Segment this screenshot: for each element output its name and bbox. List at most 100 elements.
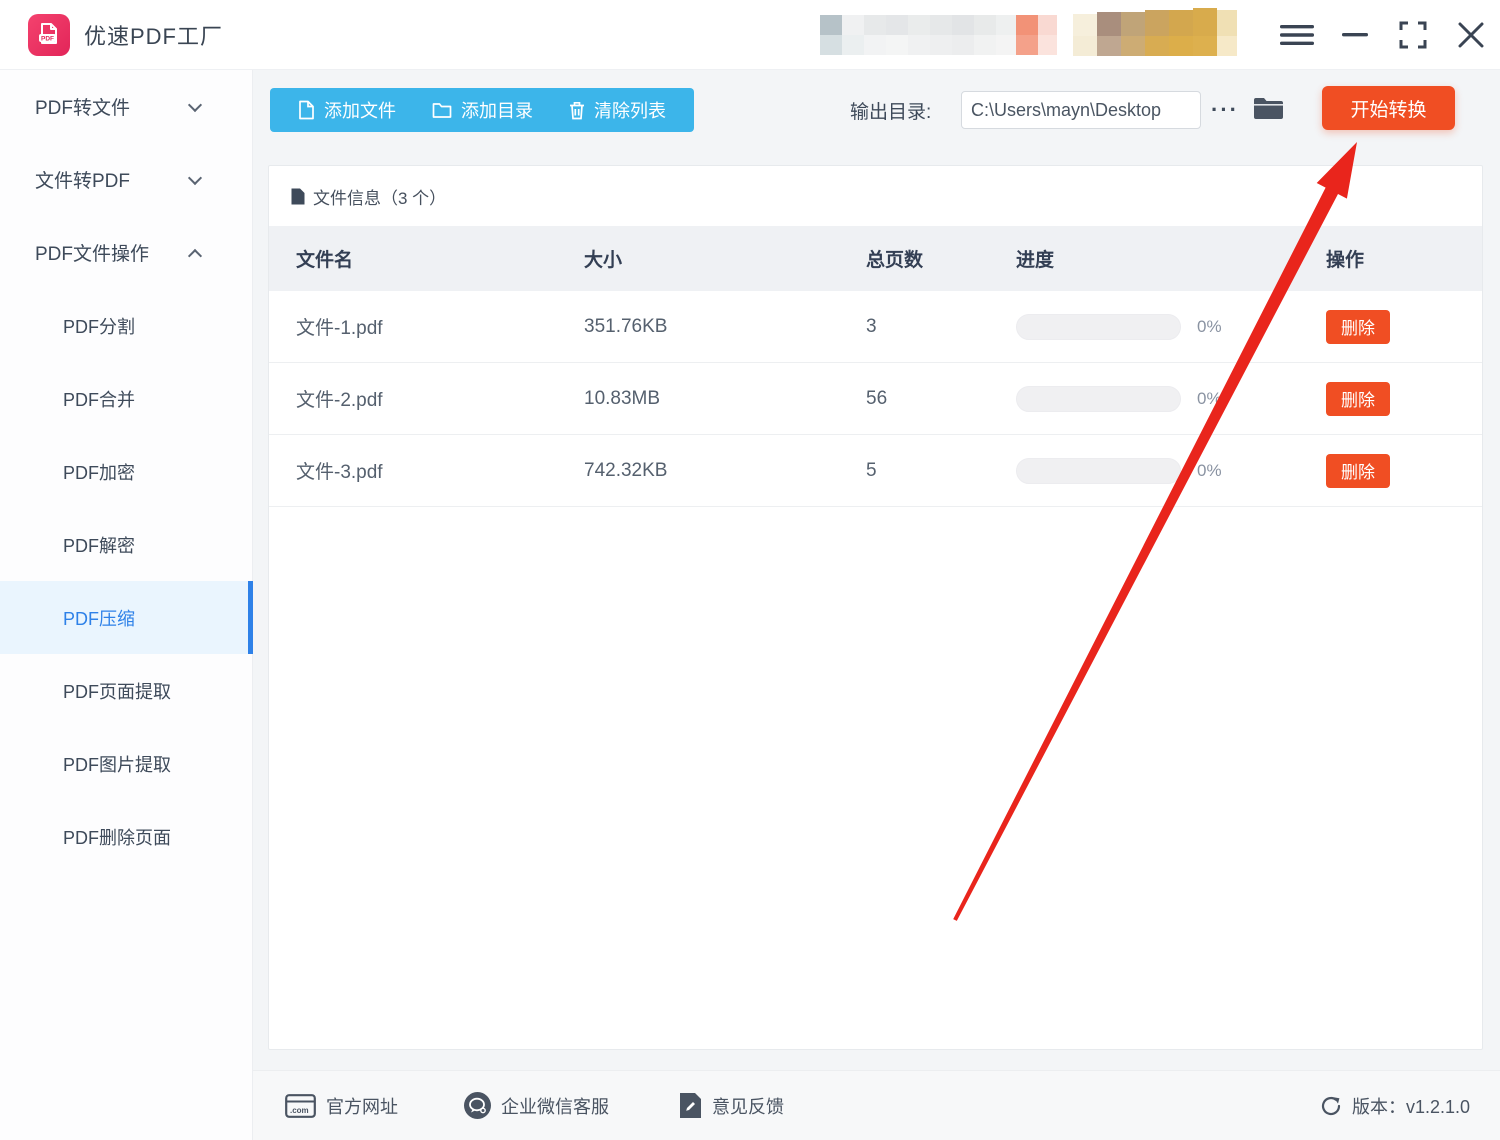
file-icon bbox=[298, 100, 315, 120]
progress-percent: 0% bbox=[1197, 461, 1222, 481]
blurred-region-account bbox=[820, 15, 1057, 55]
start-convert-button[interactable]: 开始转换 bbox=[1322, 86, 1455, 130]
cell-size: 10.83MB bbox=[584, 388, 866, 410]
progress-bar bbox=[1016, 386, 1181, 412]
table-row: 文件-2.pdf 10.83MB 56 0% 删除 bbox=[269, 363, 1482, 435]
delete-button[interactable]: 删除 bbox=[1326, 382, 1390, 416]
sidebar-item-pdf-image-extract[interactable]: PDF图片提取 bbox=[0, 727, 252, 800]
progress-percent: 0% bbox=[1197, 389, 1222, 409]
clear-list-label: 清除列表 bbox=[594, 97, 666, 123]
cell-pages: 5 bbox=[866, 460, 1016, 482]
table-row: 文件-3.pdf 742.32KB 5 0% 删除 bbox=[269, 435, 1482, 507]
sidebar-item-pdf-delete-pages[interactable]: PDF删除页面 bbox=[0, 800, 252, 873]
sidebar-item-pdf-split[interactable]: PDF分割 bbox=[0, 289, 252, 362]
sidebar-item-pdf-encrypt[interactable]: PDF加密 bbox=[0, 435, 252, 508]
progress-bar bbox=[1016, 314, 1181, 340]
file-actions-toolbar: 添加文件 添加目录 清除列表 bbox=[270, 88, 694, 132]
cell-filename: 文件-3.pdf bbox=[296, 457, 584, 484]
file-info-card: 文件信息（3 个） 文件名 大小 总页数 进度 操作 文件-1.pdf 351.… bbox=[268, 165, 1483, 1050]
output-dir-input[interactable] bbox=[961, 91, 1201, 129]
official-website-link[interactable]: .com 官方网址 bbox=[285, 1093, 398, 1119]
cell-size: 742.32KB bbox=[584, 460, 866, 482]
folder-icon bbox=[432, 101, 452, 119]
col-header-size: 大小 bbox=[584, 245, 866, 272]
sidebar-item-label: PDF合并 bbox=[63, 386, 135, 412]
output-dir-label: 输出目录: bbox=[850, 70, 931, 150]
cell-pages: 3 bbox=[866, 316, 1016, 338]
sidebar-item-label: PDF加密 bbox=[63, 459, 135, 485]
maximize-icon[interactable] bbox=[1384, 0, 1442, 70]
chevron-up-icon bbox=[188, 248, 202, 262]
chevron-down-icon bbox=[188, 170, 202, 184]
add-file-button[interactable]: 添加文件 bbox=[280, 88, 414, 132]
delete-button[interactable]: 删除 bbox=[1326, 310, 1390, 344]
trash-icon bbox=[569, 101, 585, 120]
svg-text:PDF: PDF bbox=[41, 36, 54, 43]
wechat-service-icon bbox=[464, 1092, 491, 1119]
official-website-label: 官方网址 bbox=[326, 1093, 398, 1119]
minimize-icon[interactable] bbox=[1326, 0, 1384, 70]
wechat-support-link[interactable]: 企业微信客服 bbox=[464, 1092, 609, 1119]
svg-text:.com: .com bbox=[290, 1106, 309, 1115]
delete-button[interactable]: 删除 bbox=[1326, 454, 1390, 488]
window-controls bbox=[1268, 0, 1500, 70]
sidebar-item-label: PDF删除页面 bbox=[63, 824, 171, 850]
sidebar-item-pdf-compress[interactable]: PDF压缩 bbox=[0, 581, 252, 654]
website-icon: .com bbox=[285, 1094, 316, 1118]
blurred-region-vip bbox=[1073, 8, 1237, 58]
add-file-label: 添加文件 bbox=[324, 97, 396, 123]
version-label: 版本：v1.2.1.0 bbox=[1352, 1093, 1470, 1119]
cell-progress: 0% bbox=[1016, 314, 1326, 340]
sidebar-item-pdf-merge[interactable]: PDF合并 bbox=[0, 362, 252, 435]
app-title: 优速PDF工厂 bbox=[84, 19, 223, 51]
add-folder-button[interactable]: 添加目录 bbox=[414, 88, 551, 132]
feedback-label: 意见反馈 bbox=[712, 1093, 784, 1119]
title-bar: PDF 优速PDF工厂 bbox=[0, 0, 1500, 70]
sidebar-item-label: PDF页面提取 bbox=[63, 678, 171, 704]
table-header-row: 文件名 大小 总页数 进度 操作 bbox=[269, 226, 1482, 291]
version-info: 版本：v1.2.1.0 bbox=[1320, 1093, 1470, 1119]
app-logo-icon: PDF bbox=[28, 14, 70, 56]
sidebar-item-label: PDF分割 bbox=[63, 313, 135, 339]
col-header-action: 操作 bbox=[1326, 245, 1482, 272]
table-row: 文件-1.pdf 351.76KB 3 0% 删除 bbox=[269, 291, 1482, 363]
col-header-progress: 进度 bbox=[1016, 245, 1326, 272]
sidebar-group-file-to-pdf[interactable]: 文件转PDF bbox=[0, 143, 252, 216]
sidebar-item-label: PDF解密 bbox=[63, 532, 135, 558]
sidebar-group-label: PDF转文件 bbox=[35, 93, 130, 120]
footer-bar: .com 官方网址 企业微信客服 意见反馈 版本： bbox=[253, 1070, 1500, 1140]
sidebar-item-label: PDF图片提取 bbox=[63, 751, 171, 777]
sidebar-item-pdf-decrypt[interactable]: PDF解密 bbox=[0, 508, 252, 581]
open-folder-button[interactable] bbox=[1253, 96, 1284, 126]
col-header-pages: 总页数 bbox=[866, 245, 1016, 272]
menu-icon[interactable] bbox=[1268, 0, 1326, 70]
main-panel: 添加文件 添加目录 清除列表 输出目录: ··· 开始转换 文件信 bbox=[253, 70, 1500, 1140]
chevron-down-icon bbox=[188, 97, 202, 111]
wechat-support-label: 企业微信客服 bbox=[501, 1093, 609, 1119]
sidebar-group-label: PDF文件操作 bbox=[35, 239, 149, 266]
browse-ellipsis-button[interactable]: ··· bbox=[1211, 91, 1239, 129]
document-icon bbox=[291, 188, 305, 205]
cell-pages: 56 bbox=[866, 388, 1016, 410]
sidebar-group-pdf-operations[interactable]: PDF文件操作 bbox=[0, 216, 252, 289]
cell-progress: 0% bbox=[1016, 386, 1326, 412]
cell-progress: 0% bbox=[1016, 458, 1326, 484]
close-icon[interactable] bbox=[1442, 0, 1500, 70]
clear-list-button[interactable]: 清除列表 bbox=[551, 88, 684, 132]
cell-size: 351.76KB bbox=[584, 316, 866, 338]
add-folder-label: 添加目录 bbox=[461, 97, 533, 123]
app-brand: PDF 优速PDF工厂 bbox=[28, 14, 223, 56]
sidebar-group-pdf-to-file[interactable]: PDF转文件 bbox=[0, 70, 252, 143]
sidebar-item-label: PDF压缩 bbox=[63, 605, 135, 631]
refresh-icon[interactable] bbox=[1320, 1095, 1342, 1117]
feedback-icon bbox=[679, 1092, 702, 1119]
feedback-link[interactable]: 意见反馈 bbox=[679, 1092, 784, 1119]
progress-bar bbox=[1016, 458, 1181, 484]
sidebar-group-label: 文件转PDF bbox=[35, 166, 130, 193]
sidebar: PDF转文件 文件转PDF PDF文件操作 PDF分割 PDF合并 PDF加密 … bbox=[0, 70, 253, 1140]
file-info-title: 文件信息（3 个） bbox=[313, 184, 446, 209]
file-info-header: 文件信息（3 个） bbox=[269, 166, 1482, 226]
sidebar-item-pdf-page-extract[interactable]: PDF页面提取 bbox=[0, 654, 252, 727]
folder-solid-icon bbox=[1253, 96, 1284, 121]
active-indicator bbox=[248, 581, 253, 654]
